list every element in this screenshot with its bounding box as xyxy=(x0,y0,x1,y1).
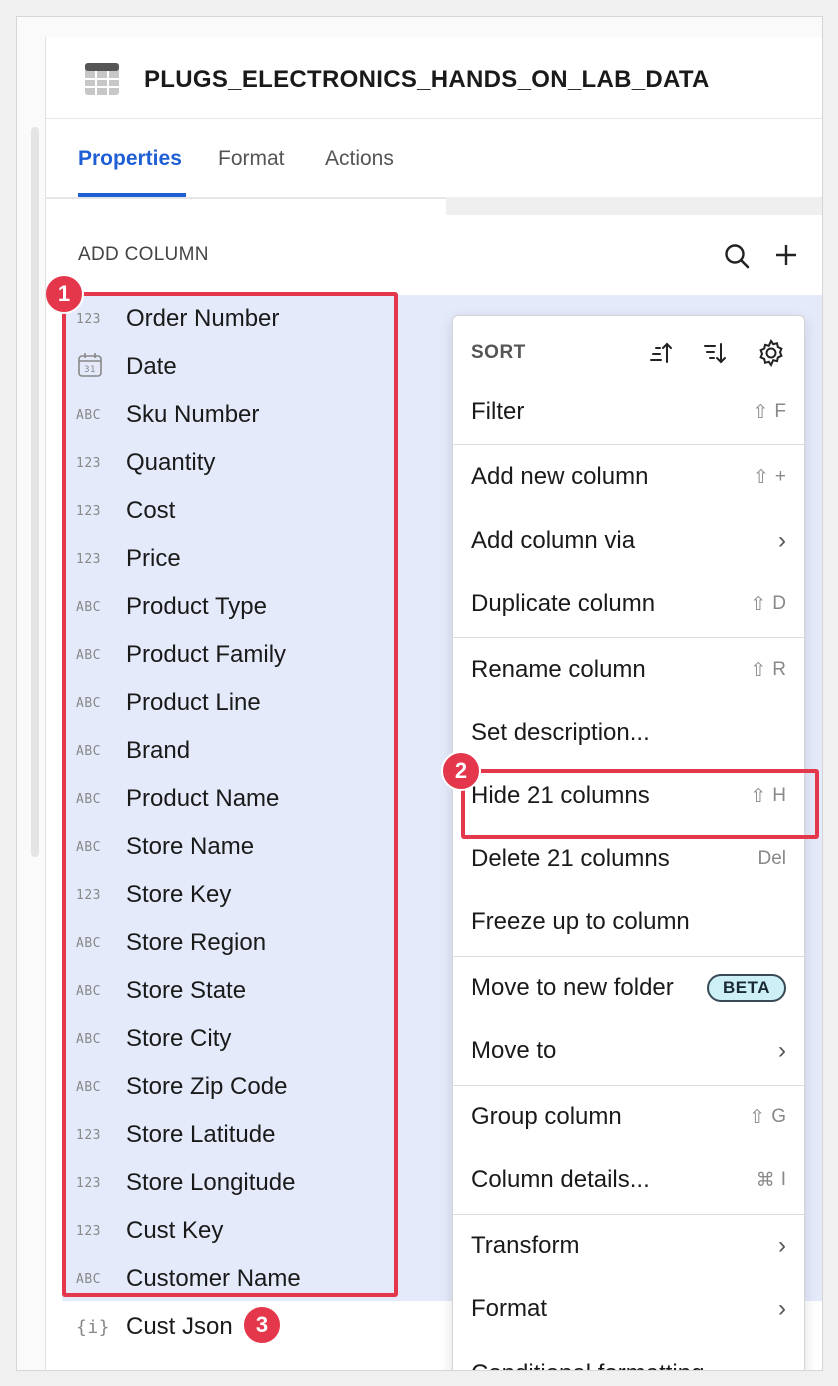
column-list-item[interactable]: {i} Cust Json xyxy=(76,1303,406,1351)
chevron-right-icon: › xyxy=(778,527,786,554)
beta-badge: BETA xyxy=(706,974,786,1002)
tab-bar: Properties Format Actions xyxy=(46,119,822,199)
menu-item-group-column-label: Group column xyxy=(471,1103,622,1130)
chevron-right-icon: › xyxy=(778,1232,786,1259)
menu-item-add-new-column[interactable]: Add new column ⇧ + xyxy=(453,449,804,505)
menu-item-move-new-folder[interactable]: Move to new folder BETA xyxy=(453,960,804,1016)
menu-item-move-to[interactable]: Move to › xyxy=(453,1023,804,1079)
menu-item-group-column[interactable]: Group column ⇧ G xyxy=(453,1089,804,1145)
add-column-plus-icon[interactable] xyxy=(771,240,801,270)
sort-row: SORT xyxy=(453,322,804,384)
menu-item-column-details[interactable]: Column details... ⌘ I xyxy=(453,1152,804,1208)
menu-divider xyxy=(453,956,804,957)
shift-icon: ⇧ xyxy=(750,593,767,615)
menu-item-format-label: Format xyxy=(471,1295,548,1322)
menu-item-move-to-label: Move to xyxy=(471,1037,557,1064)
tabs-divider xyxy=(46,197,446,199)
sort-ascending-icon[interactable] xyxy=(648,340,674,366)
chevron-right-icon: › xyxy=(778,1295,786,1322)
menu-item-delete-columns-label: Delete 21 columns xyxy=(471,845,670,872)
sort-descending-icon[interactable] xyxy=(702,340,728,366)
column-name: Cust Json xyxy=(126,1313,233,1340)
duplicate-shortcut: D xyxy=(772,593,786,614)
menu-item-add-new-column-label: Add new column xyxy=(471,463,649,490)
menu-item-move-new-folder-label: Move to new folder xyxy=(471,974,674,1001)
menu-item-duplicate-column-label: Duplicate column xyxy=(471,590,656,617)
menu-item-filter[interactable]: Filter ⇧ F xyxy=(453,384,804,440)
panel-header: PLUGS_ELECTRONICS_HANDS_ON_LAB_DATA xyxy=(46,37,822,119)
menu-divider xyxy=(453,444,804,445)
shift-icon: ⇧ xyxy=(749,1106,766,1128)
menu-item-transform[interactable]: Transform › xyxy=(453,1218,804,1274)
annotation-badge-3: 3 xyxy=(242,1305,282,1345)
shift-icon: ⇧ xyxy=(752,466,769,488)
menu-item-add-column-via[interactable]: Add column via › xyxy=(453,513,804,569)
menu-item-set-description-label: Set description... xyxy=(471,719,650,746)
shift-icon: ⇧ xyxy=(750,659,767,681)
menu-item-add-column-via-label: Add column via xyxy=(471,527,636,554)
details-shortcut: I xyxy=(780,1169,786,1190)
sort-settings-gear-icon[interactable] xyxy=(756,338,786,368)
sort-label: SORT xyxy=(471,342,526,363)
table-title: PLUGS_ELECTRONICS_HANDS_ON_LAB_DATA xyxy=(144,66,710,93)
menu-item-duplicate-column[interactable]: Duplicate column ⇧ D xyxy=(453,576,804,632)
menu-item-transform-label: Transform xyxy=(471,1232,580,1259)
tab-properties[interactable]: Properties xyxy=(78,147,182,171)
table-icon xyxy=(85,63,119,95)
menu-divider xyxy=(453,1085,804,1086)
menu-divider xyxy=(453,637,804,638)
menu-item-conditional-formatting[interactable]: Conditional formatting xyxy=(453,1346,804,1370)
delete-shortcut: Del xyxy=(757,848,786,869)
annotation-badge-1: 1 xyxy=(46,274,84,314)
tab-actions[interactable]: Actions xyxy=(325,147,394,171)
menu-item-conditional-formatting-label: Conditional formatting xyxy=(471,1360,786,1370)
app-frame: PLUGS_ELECTRONICS_HANDS_ON_LAB_DATA Prop… xyxy=(16,16,823,1371)
menu-item-rename-column-label: Rename column xyxy=(471,656,646,683)
search-icon[interactable] xyxy=(722,241,752,271)
menu-item-rename-column[interactable]: Rename column ⇧ R xyxy=(453,642,804,698)
column-context-menu: SORT Filter ⇧ F Add new column ⇧ + Add c… xyxy=(452,315,805,1370)
menu-item-column-details-label: Column details... xyxy=(471,1166,650,1193)
rename-shortcut: R xyxy=(772,659,786,680)
json-icon: {i} xyxy=(76,1316,111,1338)
menu-item-filter-label: Filter xyxy=(471,398,525,425)
filter-shortcut: F xyxy=(774,401,786,422)
chevron-right-icon: › xyxy=(778,1037,786,1064)
menu-item-set-description[interactable]: Set description... xyxy=(453,705,804,761)
annotation-badge-2: 2 xyxy=(441,751,481,791)
command-icon: ⌘ xyxy=(755,1169,775,1191)
tabs-divider-shade xyxy=(446,197,822,215)
menu-item-freeze-label: Freeze up to column xyxy=(471,908,690,935)
menu-divider xyxy=(453,1214,804,1215)
menu-item-delete-columns[interactable]: Delete 21 columns Del xyxy=(453,831,804,887)
add-new-column-shortcut: + xyxy=(774,466,786,487)
annotation-box-columns xyxy=(62,292,398,1297)
menu-item-freeze[interactable]: Freeze up to column xyxy=(453,894,804,950)
shift-icon: ⇧ xyxy=(752,401,769,423)
group-shortcut: G xyxy=(771,1106,786,1127)
annotation-box-hide xyxy=(461,769,819,839)
left-scrollbar[interactable] xyxy=(31,127,39,857)
tab-format[interactable]: Format xyxy=(218,147,285,171)
add-column-label: ADD COLUMN xyxy=(78,244,209,265)
menu-item-format[interactable]: Format › xyxy=(453,1281,804,1337)
